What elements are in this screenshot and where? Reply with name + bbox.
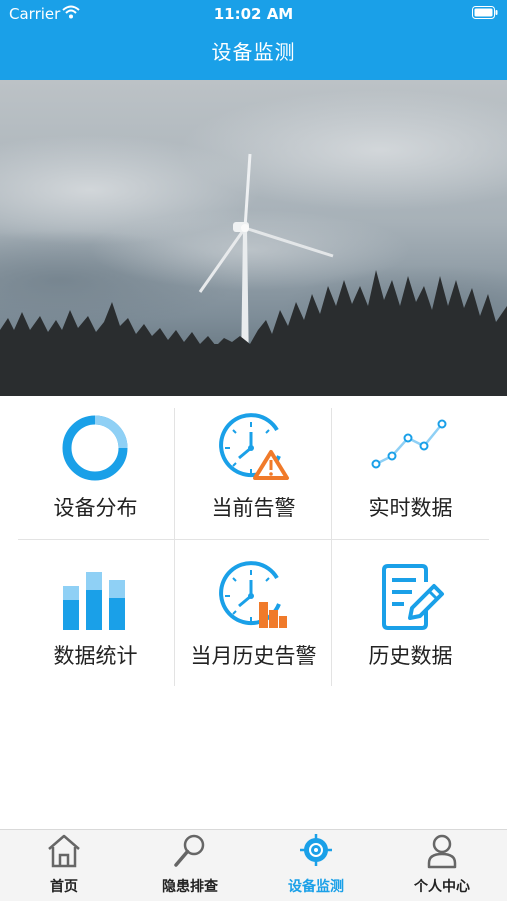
tab-label: 首页 bbox=[50, 879, 78, 895]
function-grid: 设备分布 当前告警 实时数据 数据统计 当月历史告警 历史数据 bbox=[0, 396, 507, 691]
clock-bars-icon bbox=[219, 561, 287, 628]
menu-item-label: 数据统计 bbox=[53, 644, 138, 668]
header-bar: Carrier 11:02 AM 设备监测 bbox=[0, 0, 507, 80]
line-chart-icon bbox=[371, 419, 447, 469]
menu-item-label: 实时数据 bbox=[368, 496, 453, 520]
menu-item-data-statistics[interactable]: 数据统计 bbox=[17, 544, 174, 691]
battery-icon bbox=[472, 6, 498, 19]
menu-item-device-distribution[interactable]: 设备分布 bbox=[17, 396, 174, 543]
page-title: 设备监测 bbox=[211, 40, 296, 64]
banner-image bbox=[0, 80, 507, 396]
clock-time: 11:02 AM bbox=[213, 5, 294, 23]
menu-item-monthly-alarm-history[interactable]: 当月历史告警 bbox=[175, 544, 332, 691]
tab-device-monitoring[interactable]: 设备监测 bbox=[253, 830, 379, 901]
tab-label: 隐患排查 bbox=[162, 879, 218, 895]
document-edit-icon bbox=[382, 564, 444, 630]
search-icon bbox=[174, 834, 205, 867]
menu-item-realtime-data[interactable]: 实时数据 bbox=[332, 396, 489, 543]
tab-home[interactable]: 首页 bbox=[1, 830, 127, 901]
tab-label: 个人中心 bbox=[414, 879, 470, 895]
home-icon bbox=[48, 834, 80, 868]
menu-item-historical-data[interactable]: 历史数据 bbox=[332, 544, 489, 691]
menu-item-label: 设备分布 bbox=[53, 496, 138, 520]
user-icon bbox=[427, 834, 457, 869]
bottom-tab-bar: 首页 隐患排查 设备监测 个人中心 bbox=[0, 829, 507, 901]
menu-item-label: 当月历史告警 bbox=[190, 644, 317, 668]
menu-item-label: 历史数据 bbox=[368, 644, 453, 668]
status-bar: Carrier 11:02 AM bbox=[0, 0, 507, 28]
tab-label: 设备监测 bbox=[288, 879, 344, 895]
target-icon bbox=[300, 834, 332, 866]
menu-item-current-alarm[interactable]: 当前告警 bbox=[175, 396, 332, 543]
bar-chart-icon bbox=[63, 572, 125, 630]
tab-personal-center[interactable]: 个人中心 bbox=[379, 830, 505, 901]
donut-chart-icon bbox=[62, 415, 128, 481]
wind-turbine-photo bbox=[0, 80, 507, 396]
tab-hazard-inspection[interactable]: 隐患排查 bbox=[127, 830, 253, 901]
menu-item-label: 当前告警 bbox=[211, 496, 296, 520]
clock-warning-icon bbox=[219, 413, 289, 480]
